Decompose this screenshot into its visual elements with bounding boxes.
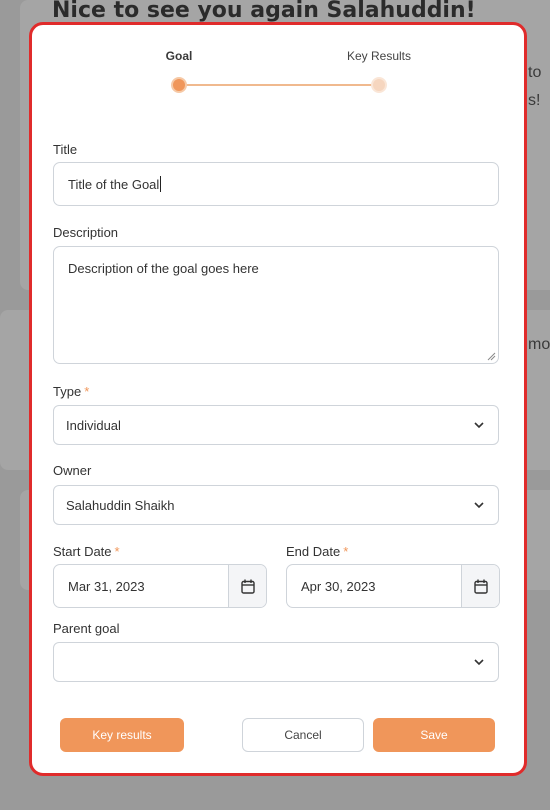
- chevron-down-icon: [474, 659, 484, 666]
- start-date-calendar-button[interactable]: [228, 565, 266, 607]
- owner-select[interactable]: Salahuddin Shaikh: [53, 485, 499, 525]
- cancel-button[interactable]: Cancel: [242, 718, 364, 752]
- description-label: Description: [53, 225, 119, 240]
- save-button[interactable]: Save: [373, 718, 495, 752]
- required-mark: *: [114, 544, 120, 559]
- goal-modal: Goal Key Results Title Title of the Goal…: [29, 22, 527, 776]
- calendar-icon: [473, 579, 488, 594]
- required-mark: *: [343, 544, 349, 559]
- step-dot-key-results[interactable]: [371, 77, 387, 93]
- start-date-input[interactable]: Mar 31, 2023: [53, 564, 267, 608]
- title-value: Title of the Goal: [68, 176, 160, 192]
- end-date-calendar-button[interactable]: [461, 565, 499, 607]
- step-dot-goal[interactable]: [171, 77, 187, 93]
- background-text: to: [528, 64, 542, 81]
- chevron-down-icon: [474, 422, 484, 429]
- text-cursor: [160, 176, 162, 192]
- owner-label: Owner: [53, 463, 92, 478]
- key-results-button[interactable]: Key results: [60, 718, 184, 752]
- stepper: Goal Key Results: [32, 25, 524, 105]
- end-date-input[interactable]: Apr 30, 2023: [286, 564, 500, 608]
- chevron-down-icon: [474, 502, 484, 509]
- description-textarea[interactable]: Description of the goal goes here: [53, 246, 499, 364]
- type-select[interactable]: Individual: [53, 405, 499, 445]
- type-value: Individual: [66, 417, 121, 433]
- start-date-label: Start Date *: [53, 544, 120, 559]
- background-heading: Nice to see you again Salahuddin!: [52, 0, 476, 23]
- title-input[interactable]: Title of the Goal: [53, 162, 499, 206]
- step-label-goal[interactable]: Goal: [129, 49, 229, 63]
- parent-goal-label: Parent goal: [53, 621, 120, 636]
- end-date-value: Apr 30, 2023: [301, 579, 376, 594]
- step-label-key-results[interactable]: Key Results: [329, 49, 429, 63]
- owner-value: Salahuddin Shaikh: [66, 497, 175, 513]
- type-label: Type *: [53, 384, 90, 399]
- parent-goal-select[interactable]: [53, 642, 499, 682]
- end-date-label: End Date *: [286, 544, 349, 559]
- stepper-line: [182, 84, 376, 86]
- required-mark: *: [84, 384, 90, 399]
- calendar-icon: [240, 579, 255, 594]
- background-text: mo: [528, 336, 550, 353]
- title-label: Title: [53, 142, 78, 157]
- background-text: s!: [528, 92, 541, 109]
- description-value: Description of the goal goes here: [68, 261, 259, 276]
- start-date-value: Mar 31, 2023: [68, 579, 145, 594]
- resize-handle-icon[interactable]: [486, 351, 496, 361]
